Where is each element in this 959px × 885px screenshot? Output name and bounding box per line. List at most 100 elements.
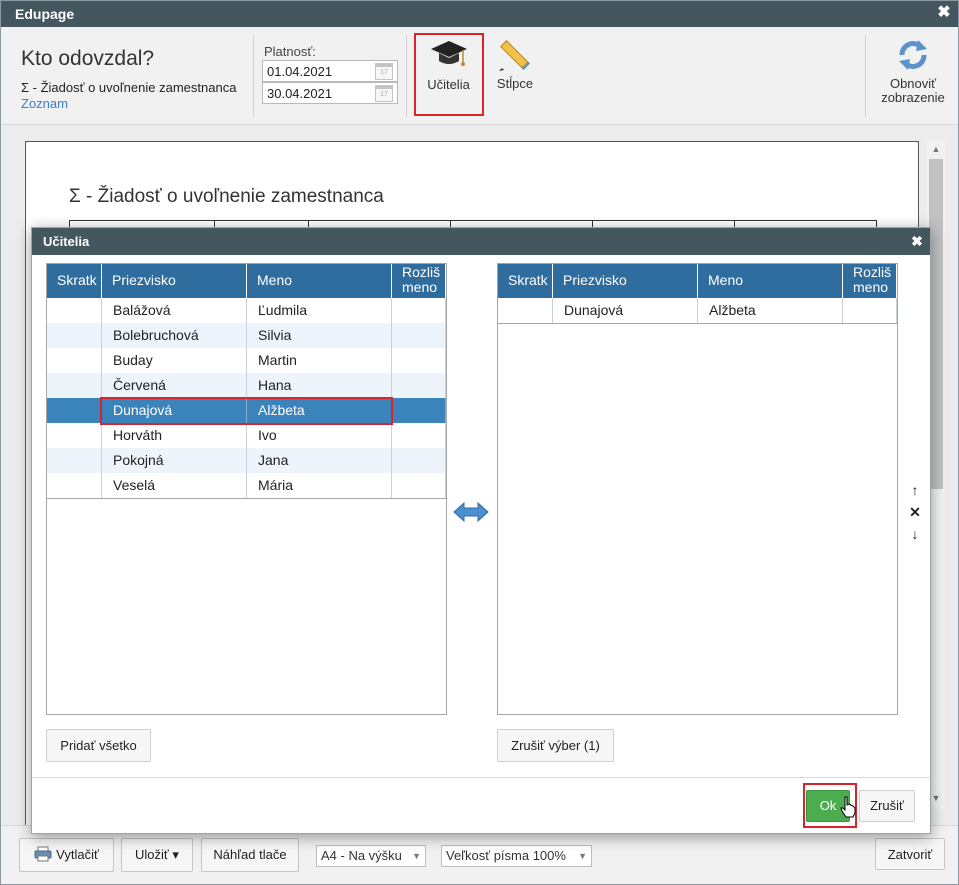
paper-size-select[interactable]: A4 - Na výšku ▼ xyxy=(316,845,426,867)
column-header-abbr[interactable]: Skratk xyxy=(498,264,553,298)
window-title: Edupage xyxy=(15,6,75,22)
column-header-abbr[interactable]: Skratk xyxy=(47,264,102,298)
save-button[interactable]: Uložiť ▾ xyxy=(121,838,193,872)
cell-surname: Bolebruchová xyxy=(102,323,247,348)
table-row[interactable]: Pokojná Jana xyxy=(47,448,446,473)
column-header-distinct-line1: Rozliš xyxy=(853,264,892,280)
highlight-frame xyxy=(414,33,484,116)
cell-surname: Balážová xyxy=(102,298,247,323)
cell-distinct xyxy=(392,373,446,398)
print-button[interactable]: Vytlačiť xyxy=(19,838,114,872)
font-size-value: Veľkosť písma 100% xyxy=(446,848,566,863)
page-subtitle: Σ - Žiadosť o uvoľnenie zamestnanca xyxy=(21,80,237,95)
arrow-down-icon[interactable]: ↓ xyxy=(907,526,923,542)
grid-header: Skratk Priezvisko Meno Rozliš meno xyxy=(47,264,446,298)
dialog-title: Učitelia xyxy=(43,234,90,249)
cell-surname: Horváth xyxy=(102,423,247,448)
hand-cursor-icon xyxy=(840,796,856,818)
double-arrow-svg xyxy=(453,501,489,523)
scroll-up-icon[interactable]: ▲ xyxy=(927,144,945,154)
pencil-ruler-icon xyxy=(499,40,530,71)
arrow-up-icon[interactable]: ↑ xyxy=(907,482,923,498)
cell-surname: Červená xyxy=(102,373,247,398)
double-arrow-icon[interactable] xyxy=(452,500,490,524)
column-header-distinct-line2: meno xyxy=(853,279,889,295)
add-all-button[interactable]: Pridať všetko xyxy=(46,729,151,762)
close-icon[interactable]: ✕ xyxy=(907,504,923,521)
close-button[interactable]: Zatvoriť xyxy=(875,838,945,870)
column-header-distinct[interactable]: Rozliš meno xyxy=(843,264,897,298)
window-titlebar: Edupage ✖ xyxy=(1,1,958,27)
calendar-icon[interactable]: 17 xyxy=(375,85,393,102)
dialog-close-icon[interactable]: ✖ xyxy=(908,232,926,250)
column-header-distinct[interactable]: Rozliš meno xyxy=(392,264,446,298)
cell-distinct xyxy=(392,348,446,373)
cell-abbr xyxy=(47,348,102,373)
column-header-name[interactable]: Meno xyxy=(247,264,392,298)
table-row[interactable]: Veselá Mária xyxy=(47,473,446,498)
cell-name: Ivo xyxy=(247,423,392,448)
date-to-value: 30.04.2021 xyxy=(267,86,333,101)
cell-surname: Veselá xyxy=(102,473,247,498)
toolbar: Kto odovzdal? Σ - Žiadosť o uvoľnenie za… xyxy=(1,27,958,125)
chevron-down-icon: ▼ xyxy=(412,851,421,861)
table-row[interactable]: Bolebruchová Silvia xyxy=(47,323,446,348)
column-header-surname[interactable]: Priezvisko xyxy=(553,264,698,298)
column-header-surname[interactable]: Priezvisko xyxy=(102,264,247,298)
cell-surname: Pokojná xyxy=(102,448,247,473)
teachers-dialog: Učitelia ✖ Skratk Priezvisko Meno Rozliš… xyxy=(31,227,931,834)
cell-name: Silvia xyxy=(247,323,392,348)
cell-abbr xyxy=(47,373,102,398)
paper-size-value: A4 - Na výšku xyxy=(321,848,402,863)
refresh-button[interactable]: Obnoviť zobrazenie xyxy=(873,35,953,115)
validity-label: Platnosť: xyxy=(264,44,316,59)
clear-selection-button[interactable]: Zrušiť výber (1) xyxy=(497,729,614,762)
window-close-icon[interactable]: ✖ xyxy=(935,4,953,22)
cell-abbr xyxy=(498,298,553,323)
available-teachers-grid: Skratk Priezvisko Meno Rozliš meno Baláž… xyxy=(46,263,447,715)
cell-distinct xyxy=(843,298,897,323)
toolbar-divider xyxy=(406,35,407,117)
cell-name: Jana xyxy=(247,448,392,473)
table-row[interactable]: Buday Martin xyxy=(47,348,446,373)
grid-divider xyxy=(498,323,897,324)
print-preview-button[interactable]: Náhľad tlače xyxy=(201,838,299,872)
columns-button-label: Stĺpce xyxy=(496,76,534,91)
table-row[interactable]: Červená Hana xyxy=(47,373,446,398)
cell-name: Hana xyxy=(247,373,392,398)
table-row[interactable]: Dunajová Alžbeta xyxy=(498,298,897,323)
grid-divider xyxy=(47,498,446,499)
cell-name: Martin xyxy=(247,348,392,373)
cell-distinct xyxy=(392,323,446,348)
highlight-frame xyxy=(100,397,393,425)
page-title: Kto odovzdal? xyxy=(21,47,155,70)
cell-abbr xyxy=(47,473,102,498)
table-row[interactable]: Balážová Ľudmila xyxy=(47,298,446,323)
chevron-down-icon: ▼ xyxy=(578,851,587,861)
cell-distinct xyxy=(392,398,446,423)
cell-name: Mária xyxy=(247,473,392,498)
date-from-input[interactable]: 01.04.2021 17 xyxy=(262,60,398,82)
column-header-name[interactable]: Meno xyxy=(698,264,843,298)
cell-name: Alžbeta xyxy=(698,298,843,323)
list-link[interactable]: Zoznam xyxy=(21,96,68,111)
date-to-input[interactable]: 30.04.2021 17 xyxy=(262,82,398,104)
column-header-distinct-line1: Rozliš xyxy=(402,264,441,280)
cell-distinct xyxy=(392,448,446,473)
cell-abbr xyxy=(47,448,102,473)
columns-button[interactable]: Stĺpce xyxy=(489,35,541,113)
cancel-button[interactable]: Zrušiť xyxy=(859,790,915,822)
printer-icon xyxy=(34,846,52,862)
font-size-select[interactable]: Veľkosť písma 100% ▼ xyxy=(441,845,592,867)
print-button-label: Vytlačiť xyxy=(56,847,99,862)
dialog-footer-divider xyxy=(32,777,930,778)
scrollbar-thumb[interactable] xyxy=(929,159,943,489)
column-header-distinct-line2: meno xyxy=(402,279,438,295)
calendar-icon[interactable]: 17 xyxy=(375,63,393,80)
document-heading: Σ - Žiadosť o uvoľnenie zamestnanca xyxy=(69,186,384,207)
table-row[interactable]: Horváth Ivo xyxy=(47,423,446,448)
cell-name: Ľudmila xyxy=(247,298,392,323)
toolbar-divider xyxy=(253,35,254,117)
toolbar-divider xyxy=(865,35,866,117)
cell-distinct xyxy=(392,473,446,498)
